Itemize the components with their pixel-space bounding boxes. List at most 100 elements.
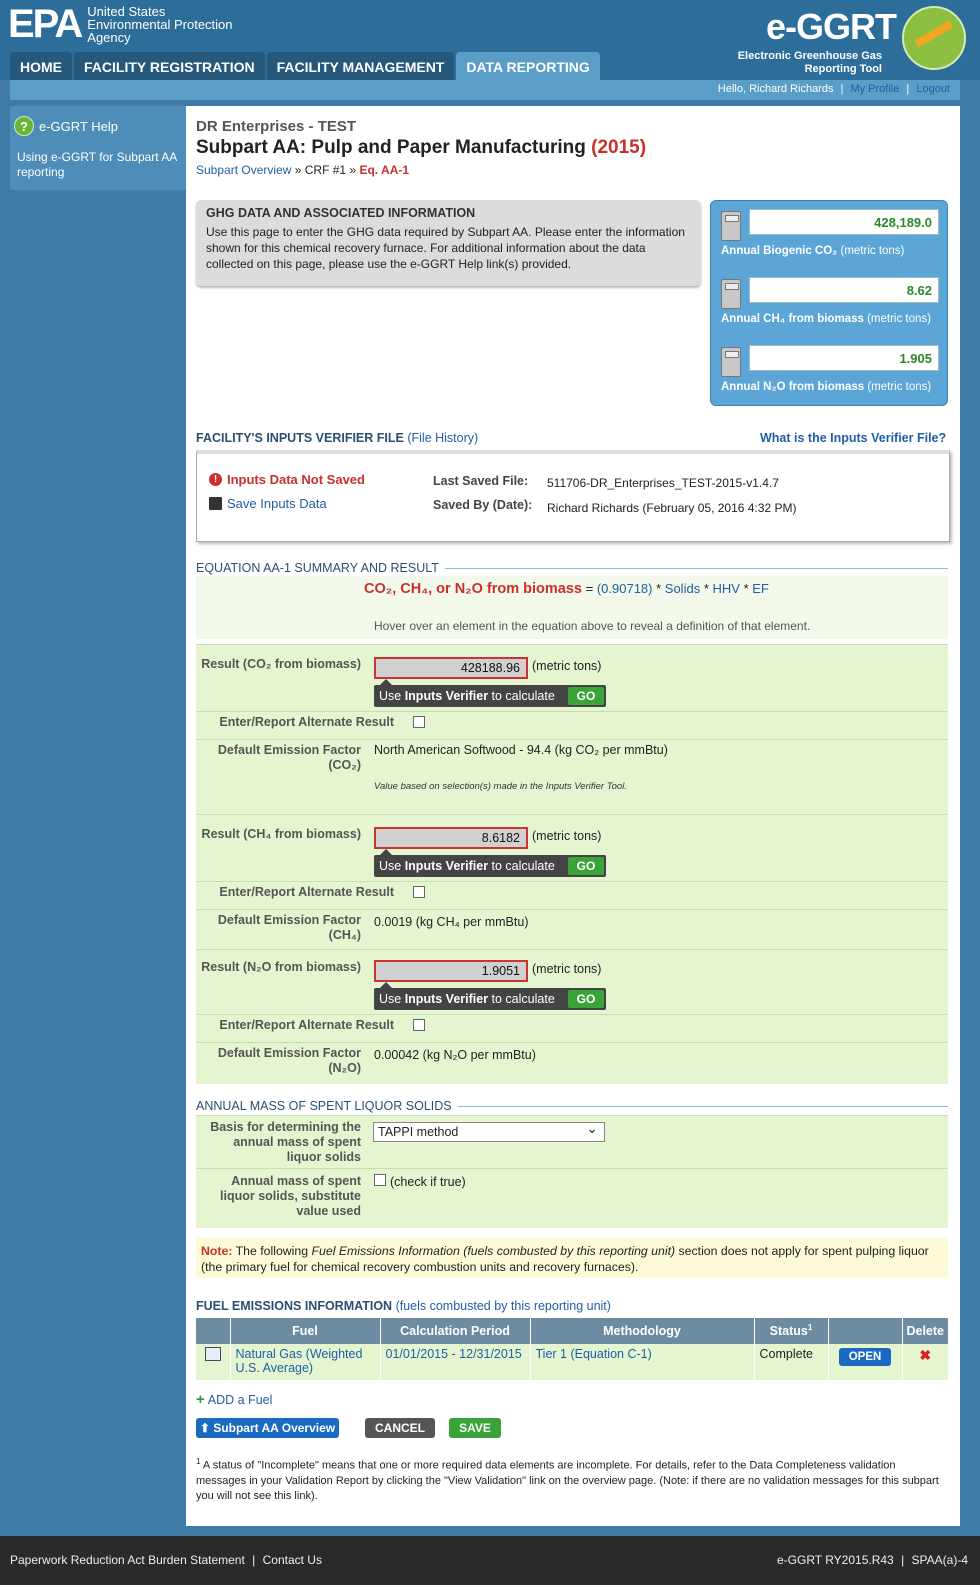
delete-icon[interactable]: ✖ <box>919 1347 931 1363</box>
co2-go-button[interactable]: GO <box>568 687 604 705</box>
save-inputs-label: Save Inputs Data <box>227 496 327 511</box>
equation-solids[interactable]: Solids <box>665 581 700 596</box>
ghg-info-box: GHG DATA AND ASSOCIATED INFORMATION Use … <box>196 200 701 286</box>
method-link[interactable]: Tier 1 (Equation C-1) <box>536 1347 652 1361</box>
equation-factor[interactable]: (0.90718) <box>597 581 653 596</box>
add-fuel-label: ADD a Fuel <box>207 1392 273 1407</box>
equation-operator: * <box>652 581 665 596</box>
table-row: Natural Gas (Weighted U.S. Average) 01/0… <box>196 1344 948 1380</box>
help-title-label: e-GGRT Help <box>39 118 118 134</box>
epa-logo[interactable]: EPA United States Environmental Protecti… <box>8 4 247 44</box>
equation-equals: = <box>582 581 597 596</box>
tab-facility-registration[interactable]: FACILITY REGISTRATION <box>74 52 265 80</box>
co2-ef-unit: (kg CO₂ per mmBtu) <box>554 743 668 757</box>
ch4-result-label: Result (CH₄ from biomass) <box>201 827 361 841</box>
save-button[interactable]: SAVE <box>449 1418 501 1438</box>
add-fuel-link[interactable]: + ADD a Fuel <box>196 1391 272 1408</box>
n2o-result-input[interactable]: 1.9051 <box>374 960 528 982</box>
fuel-link[interactable]: Natural Gas (Weighted U.S. Average) <box>236 1347 363 1375</box>
breadcrumb-separator: » <box>294 163 302 177</box>
tab-home[interactable]: HOME <box>10 52 72 80</box>
total-label-unit: (metric tons) <box>867 313 931 325</box>
co2-ef-label: Default Emission Factor (CO₂) <box>217 743 361 772</box>
n2o-alt-result-checkbox[interactable] <box>413 1019 425 1031</box>
fuel-cell: Natural Gas (Weighted U.S. Average) <box>230 1344 381 1380</box>
user-greeting: Hello, Richard Richards <box>717 83 834 95</box>
equation-hhv[interactable]: HHV <box>713 581 740 596</box>
total-label-bold: Annual N₂O from biomass <box>721 381 865 393</box>
status-footnote-ref: 1 <box>807 1323 813 1333</box>
floppy-disk-icon <box>209 497 222 510</box>
help-link-subpart-aa[interactable]: Using e-GGRT for Subpart AA reporting <box>14 150 186 180</box>
tab-facility-management[interactable]: FACILITY MANAGEMENT <box>266 52 455 80</box>
total-biogenic-co2: 428,189.0 Annual Biogenic CO₂ (metric to… <box>721 209 939 277</box>
logout-link[interactable]: Logout <box>916 83 950 95</box>
cancel-button[interactable]: CANCEL <box>365 1418 435 1438</box>
what-is-verifier-link[interactable]: What is the Inputs Verifier File? <box>760 431 946 445</box>
save-inputs-link[interactable]: Save Inputs Data <box>209 496 327 511</box>
verifier-box: ! Inputs Data Not Saved Save Inputs Data… <box>196 450 950 542</box>
column-header-fuel: Fuel <box>230 1318 381 1344</box>
basis-select[interactable]: TAPPI method <box>373 1120 605 1142</box>
page-id: SPAA(a)-4 <box>911 1553 968 1567</box>
contact-us-link[interactable]: Contact Us <box>263 1553 322 1567</box>
co2-alt-result-checkbox[interactable] <box>413 716 425 728</box>
equation-ef[interactable]: EF <box>752 581 769 596</box>
separator: | <box>901 1553 905 1567</box>
co2-result-input[interactable]: 428188.96 <box>374 657 528 679</box>
total-label: Annual Biogenic CO₂ (metric tons) <box>721 245 904 257</box>
eggrt-logo[interactable]: e-GGRT Electronic Greenhouse Gas Reporti… <box>736 6 966 78</box>
fuel-section-sub: (fuels combusted by this reporting unit) <box>395 1299 611 1313</box>
overview-label: Subpart AA Overview <box>213 1421 336 1435</box>
main-content: DR Enterprises - TEST Subpart AA: Pulp a… <box>186 106 960 1526</box>
bird-logo-icon <box>902 6 966 70</box>
my-profile-link[interactable]: My Profile <box>850 83 899 95</box>
tab-data-reporting[interactable]: DATA REPORTING <box>456 52 600 80</box>
co2-inputs-verifier-button[interactable]: Use Inputs Verifier to calculate GO <box>374 679 606 707</box>
equation-hover-hint: Hover over an element in the equation ab… <box>374 619 811 633</box>
co2-alt-result-label: Enter/Report Alternate Result <box>219 715 394 729</box>
ghg-text: Use this page to enter the GHG data requ… <box>206 225 685 271</box>
user-bar: Hello, Richard Richards | My Profile | L… <box>10 80 960 100</box>
ch4-alt-result-checkbox[interactable] <box>413 886 425 898</box>
edit-cell <box>196 1344 231 1380</box>
n2o-go-button[interactable]: GO <box>568 990 604 1008</box>
divider <box>196 881 948 882</box>
verifier-title: FACILITY'S INPUTS VERIFIER FILE (File Hi… <box>196 431 478 445</box>
fuel-section-title-text: FUEL EMISSIONS INFORMATION <box>196 1299 393 1313</box>
help-box: ? e-GGRT Help Using e-GGRT for Subpart A… <box>10 106 186 190</box>
ch4-go-button[interactable]: GO <box>568 857 604 875</box>
open-button[interactable]: OPEN <box>839 1348 891 1366</box>
column-header-period: Calculation Period <box>380 1318 531 1344</box>
n2o-ef-number: 0.00042 <box>374 1048 420 1062</box>
edit-icon[interactable] <box>204 1347 221 1361</box>
n2o-alt-result-label: Enter/Report Alternate Result <box>219 1018 394 1032</box>
paperwork-link[interactable]: Paperwork Reduction Act Burden Statement <box>10 1553 245 1567</box>
subpart-overview-button[interactable]: ⬆ Subpart AA Overview <box>196 1418 339 1438</box>
total-value: 1.905 <box>749 345 939 371</box>
ch4-inputs-verifier-button[interactable]: Use Inputs Verifier to calculate GO <box>374 849 606 877</box>
n2o-inputs-verifier-button[interactable]: Use Inputs Verifier to calculate GO <box>374 982 606 1010</box>
help-icon: ? <box>14 116 34 136</box>
help-title[interactable]: ? e-GGRT Help <box>14 116 186 136</box>
ch4-result-input[interactable]: 8.6182 <box>374 827 528 849</box>
footer-links: Paperwork Reduction Act Burden Statement… <box>10 1553 322 1567</box>
equation-lhs[interactable]: CO₂, CH₄, or N₂O from biomass <box>364 581 582 597</box>
total-label-bold: Annual Biogenic CO₂ <box>721 245 838 257</box>
page-year: (2015) <box>591 137 647 158</box>
breadcrumb-subpart-overview[interactable]: Subpart Overview <box>196 163 291 177</box>
total-value: 428,189.0 <box>749 209 939 235</box>
substitute-label: Annual mass of spent liquor solids, subs… <box>220 1174 361 1218</box>
verify-pre: Use <box>379 992 405 1006</box>
substitute-checkbox[interactable] <box>374 1174 386 1186</box>
saved-by-value: Richard Richards (February 05, 2016 4:32… <box>547 501 797 515</box>
column-header-methodology: Methodology <box>530 1318 755 1344</box>
file-history-link[interactable]: (File History) <box>407 431 478 445</box>
site-footer: Paperwork Reduction Act Burden Statement… <box>0 1536 980 1585</box>
ch4-ef-number: 0.0019 <box>374 915 413 929</box>
page-title-text: Subpart AA: Pulp and Paper Manufacturing <box>196 137 586 158</box>
note-italic: Fuel Emissions Information (fuels combus… <box>311 1244 676 1258</box>
column-header-open <box>828 1318 903 1344</box>
fuel-table: Fuel Calculation Period Methodology Stat… <box>196 1318 948 1380</box>
period-link[interactable]: 01/01/2015 - 12/31/2015 <box>386 1347 522 1361</box>
